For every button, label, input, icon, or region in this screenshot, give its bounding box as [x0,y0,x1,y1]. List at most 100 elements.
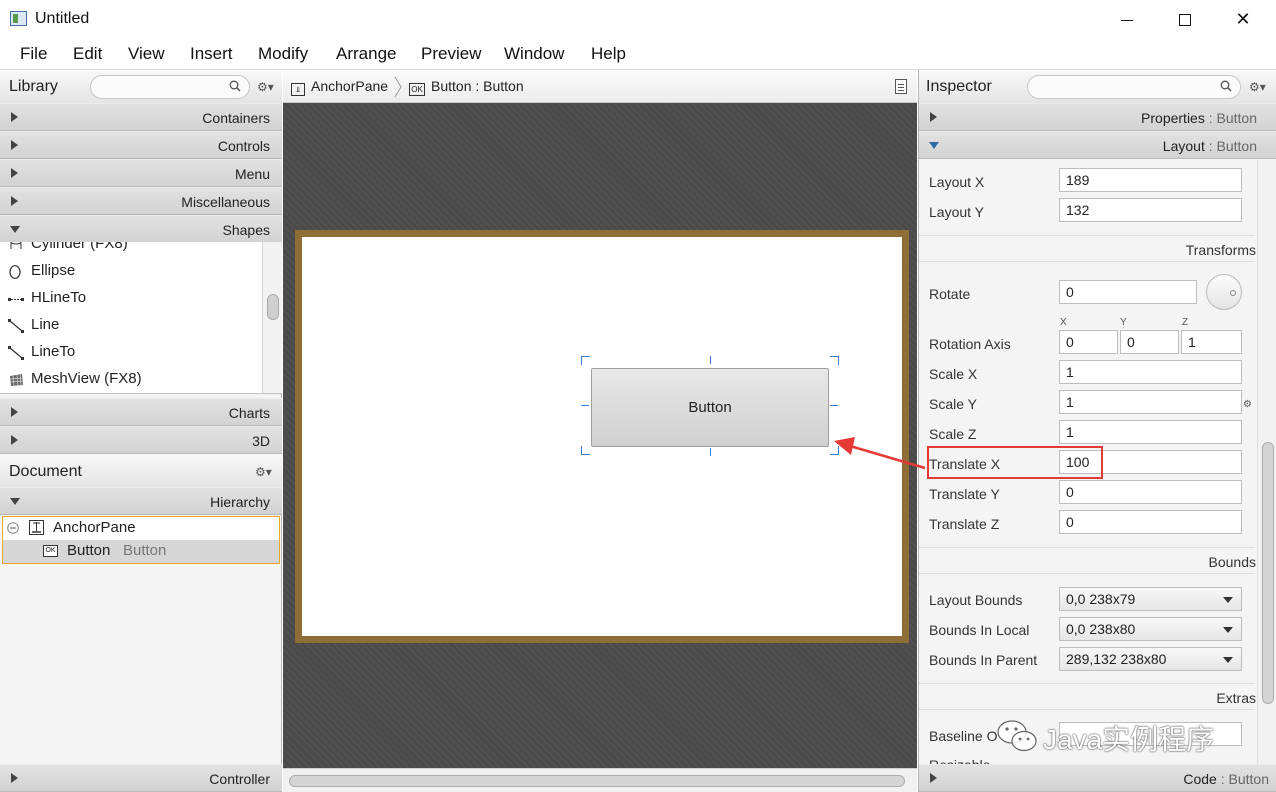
scale-x-label: Scale X [929,366,978,382]
resize-handle-left[interactable] [581,405,589,406]
library-section-3d[interactable]: 3D [0,426,282,454]
document-icon[interactable] [895,79,907,94]
divider [919,683,1255,684]
scroll-thumb[interactable] [267,294,279,320]
library-search-input[interactable] [90,75,250,99]
menu-window[interactable]: Window [504,44,564,64]
app-icon [10,11,27,26]
section-label: Charts [228,405,270,421]
scale-z-field[interactable]: 1 [1059,420,1242,444]
close-button[interactable]: ✕ [1214,0,1272,38]
resize-handle-top[interactable] [710,356,711,364]
library-section-containers[interactable]: Containers [0,103,282,131]
section-label: Menu [234,166,270,182]
tree-item-anchorpane[interactable]: AnchorPane [3,517,279,540]
inspector-panel: Inspector ⚙▾ Properties : Button Layout … [918,70,1276,792]
axis-z-header: Z [1182,317,1189,328]
menu-preview[interactable]: Preview [421,44,481,64]
translate-z-label: Translate Z [929,516,1000,532]
collapse-arrow-icon [10,226,20,233]
layout-bounds-combo[interactable]: 0,0 238x79 [1059,587,1242,611]
axis-x-header: X [1060,317,1067,328]
layout-section[interactable]: Layout : Button [919,131,1276,159]
resize-handle-right[interactable] [830,405,838,406]
inspector-scrollbar[interactable] [1257,160,1276,765]
cylinder-icon [10,242,22,249]
scale-gear-icon[interactable]: ⚙ [1243,399,1252,410]
document-gear-icon[interactable]: ⚙▾ [255,465,272,479]
maximize-icon [1179,14,1191,27]
resize-handle-top-right[interactable] [830,356,839,365]
layout-x-label: Layout X [929,174,985,190]
menu-modify[interactable]: Modify [258,44,308,64]
translate-y-field[interactable]: 0 [1059,480,1242,504]
library-gear-icon[interactable]: ⚙▾ [257,80,274,94]
hierarchy-section[interactable]: Hierarchy [0,487,282,515]
minimize-button[interactable] [1098,0,1156,38]
breadcrumb-item-anchorpane[interactable]: ⫫ AnchorPane [291,78,388,96]
canvas-horizontal-scrollbar[interactable] [283,768,917,792]
menu-view[interactable]: View [128,44,165,64]
expand-arrow-icon [11,196,18,206]
maximize-button[interactable] [1156,0,1214,38]
bounds-title: Bounds [1208,554,1256,570]
resize-handle-bottom-right[interactable] [830,446,839,455]
breadcrumb: ⫫ AnchorPane OK Button : Button [283,70,917,103]
dial-knob-icon [1230,290,1236,296]
breadcrumb-separator-icon [394,76,402,98]
menu-edit[interactable]: Edit [73,44,102,64]
highlight-box [927,446,1103,479]
section-target: : Button [1204,138,1257,154]
shapes-scrollbar[interactable] [262,242,282,394]
combo-value: 0,0 238x80 [1066,621,1136,637]
menu-help[interactable]: Help [591,44,626,64]
rotate-field[interactable]: 0 [1059,280,1197,304]
collapse-arrow-icon [10,498,20,505]
properties-section[interactable]: Properties : Button [919,103,1276,131]
meshview-icon [9,373,24,387]
rotation-axis-y-field[interactable]: 0 [1120,330,1179,354]
menu-arrange[interactable]: Arrange [336,44,396,64]
menu-insert[interactable]: Insert [190,44,233,64]
layout-x-field[interactable]: 189 [1059,168,1242,192]
collapse-toggle-icon[interactable] [7,522,19,534]
anchorpane-icon: ⫫ [291,83,305,96]
bounds-parent-combo[interactable]: 289,132 238x80 [1059,647,1242,671]
rotation-axis-x-field[interactable]: 0 [1059,330,1118,354]
library-section-controls[interactable]: Controls [0,131,282,159]
layout-y-field[interactable]: 132 [1059,198,1242,222]
section-label: Miscellaneous [181,194,270,210]
document-title: Document [9,463,82,480]
translate-y-label: Translate Y [929,486,1000,502]
library-section-miscellaneous[interactable]: Miscellaneous [0,187,282,215]
code-section[interactable]: Code : Button [919,764,1276,792]
rotate-label: Rotate [929,286,971,302]
inspector-gear-icon[interactable]: ⚙▾ [1249,80,1266,94]
library-section-menu[interactable]: Menu [0,159,282,187]
menu-file[interactable]: File [20,44,47,64]
library-item-label: Line [31,316,60,333]
tree-item-button[interactable]: OK Button Button [3,540,279,563]
translate-z-field[interactable]: 0 [1059,510,1242,534]
bounds-local-combo[interactable]: 0,0 238x80 [1059,617,1242,641]
breadcrumb-item-button[interactable]: OK Button : Button [409,78,524,96]
title-bar: Untitled ✕ [0,0,1276,38]
scale-x-field[interactable]: 1 [1059,360,1242,384]
scroll-thumb[interactable] [1262,442,1274,704]
rotation-axis-z-field[interactable]: 1 [1181,330,1242,354]
resize-handle-top-left[interactable] [581,356,590,365]
inspector-search-input[interactable] [1027,75,1241,99]
resize-handle-bottom[interactable] [710,448,711,456]
scale-y-field[interactable]: 1 [1059,390,1242,414]
library-section-charts[interactable]: Charts [0,398,282,426]
rotate-dial[interactable] [1206,274,1242,310]
resize-handle-bottom-left[interactable] [581,446,590,455]
library-section-shapes[interactable]: Shapes [0,215,282,243]
scroll-thumb[interactable] [289,775,905,787]
controller-section[interactable]: Controller [0,764,282,792]
tree-item-label: AnchorPane [53,519,136,536]
design-button[interactable]: Button [591,368,829,447]
library-item-label: HLineTo [31,289,87,306]
search-icon [229,80,241,92]
design-canvas[interactable]: ⫫ AnchorPane OK Button : Button Button [283,70,917,792]
